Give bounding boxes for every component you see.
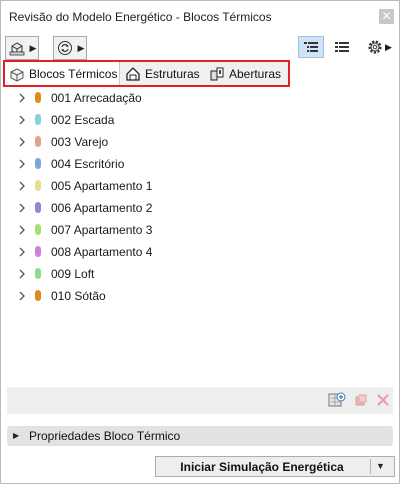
close-button[interactable]: ✕ [379,9,394,24]
block-color-swatch [35,114,41,125]
expand-chevron-icon[interactable] [17,92,27,104]
refresh-icon [54,38,76,58]
expand-chevron-icon[interactable] [17,246,27,258]
list-view-icon [335,42,349,52]
list-item[interactable]: 003 Varejo [7,131,393,153]
start-simulation-label: Iniciar Simulação Energética [180,460,344,474]
chevron-right-icon: ▶ [77,42,85,53]
tab-estruturas[interactable]: Estruturas [121,62,200,85]
toolbar: ▶ ▶ ▶ [1,31,399,61]
model-3d-icon [6,38,28,58]
block-label: 003 Varejo [51,135,109,149]
chevron-right-icon: ▶ [29,42,37,53]
tab-label: Estruturas [145,66,200,81]
block-color-swatch [35,268,41,279]
add-block-icon [328,392,346,407]
list-item[interactable]: 008 Apartamento 4 [7,241,393,263]
expand-chevron-icon[interactable] [17,202,27,214]
properties-panel-header[interactable]: ▶ Propriedades Bloco Térmico [7,426,393,446]
chevron-down-icon[interactable]: ▼ [376,461,385,471]
block-label: 004 Escritório [51,157,125,171]
chevron-right-icon: ▶ [385,41,392,52]
list-view-button[interactable] [329,36,355,58]
house-icon [125,66,141,82]
block-color-swatch [35,224,41,235]
openings-icon [209,66,225,82]
block-label: 010 Sótão [51,289,106,303]
add-block-button[interactable] [327,390,347,410]
list-item[interactable]: 009 Loft [7,263,393,285]
expand-chevron-icon[interactable] [17,290,27,302]
block-color-swatch [35,180,41,191]
list-item[interactable]: 004 Escritório [7,153,393,175]
button-separator [370,459,371,474]
delete-button[interactable] [373,390,393,410]
block-label: 001 Arrecadação [51,91,142,105]
merge-button[interactable] [351,390,371,410]
expand-chevron-icon[interactable] [17,114,27,126]
energy-review-window: Revisão do Modelo Energético - Blocos Té… [0,0,400,484]
chevron-right-icon: ▶ [13,431,20,440]
list-item[interactable]: 010 Sótão [7,285,393,307]
tree-view-button[interactable] [298,36,324,58]
list-item[interactable]: 005 Apartamento 1 [7,175,393,197]
expand-chevron-icon[interactable] [17,268,27,280]
list-item[interactable]: 001 Arrecadação [7,87,393,109]
block-label: 006 Apartamento 2 [51,201,153,215]
block-icon [9,66,25,82]
tab-aberturas[interactable]: Aberturas [205,62,281,85]
expand-chevron-icon[interactable] [17,224,27,236]
settings-dropdown[interactable]: ▶ [363,36,395,58]
block-color-swatch [35,136,41,147]
block-color-swatch [35,158,41,169]
window-title: Revisão do Modelo Energético - Blocos Té… [9,10,272,24]
tab-label: Blocos Térmicos [29,66,118,81]
properties-label: Propriedades Bloco Térmico [29,429,181,443]
list-action-bar [7,387,393,414]
block-label: 009 Loft [51,267,95,281]
block-color-swatch [35,92,41,103]
block-label: 007 Apartamento 3 [51,223,153,237]
settings-icon [368,40,382,54]
delete-icon [377,394,389,406]
model-view-dropdown[interactable]: ▶ [5,36,39,60]
expand-chevron-icon[interactable] [17,180,27,192]
thermal-blocks-list: 001 Arrecadação 002 Escada 003 Varejo 004 E… [7,87,393,389]
tab-label: Aberturas [229,66,282,81]
block-color-swatch [35,202,41,213]
list-item[interactable]: 007 Apartamento 3 [7,219,393,241]
list-item[interactable]: 002 Escada [7,109,393,131]
tab-bar: Blocos Térmicos Estruturas Aberturas [3,60,290,87]
expand-chevron-icon[interactable] [17,158,27,170]
block-label: 005 Apartamento 1 [51,179,153,193]
list-item[interactable]: 006 Apartamento 2 [7,197,393,219]
block-label: 008 Apartamento 4 [51,245,153,259]
start-simulation-button[interactable]: Iniciar Simulação Energética ▼ [155,456,395,477]
block-color-swatch [35,290,41,301]
refresh-dropdown[interactable]: ▶ [53,36,87,60]
tree-view-icon [304,42,318,52]
title-bar: Revisão do Modelo Energético - Blocos Té… [1,1,399,31]
merge-icon [355,394,367,406]
block-label: 002 Escada [51,113,115,127]
tab-blocos-termicos[interactable]: Blocos Térmicos [5,62,120,85]
expand-chevron-icon[interactable] [17,136,27,148]
block-color-swatch [35,246,41,257]
